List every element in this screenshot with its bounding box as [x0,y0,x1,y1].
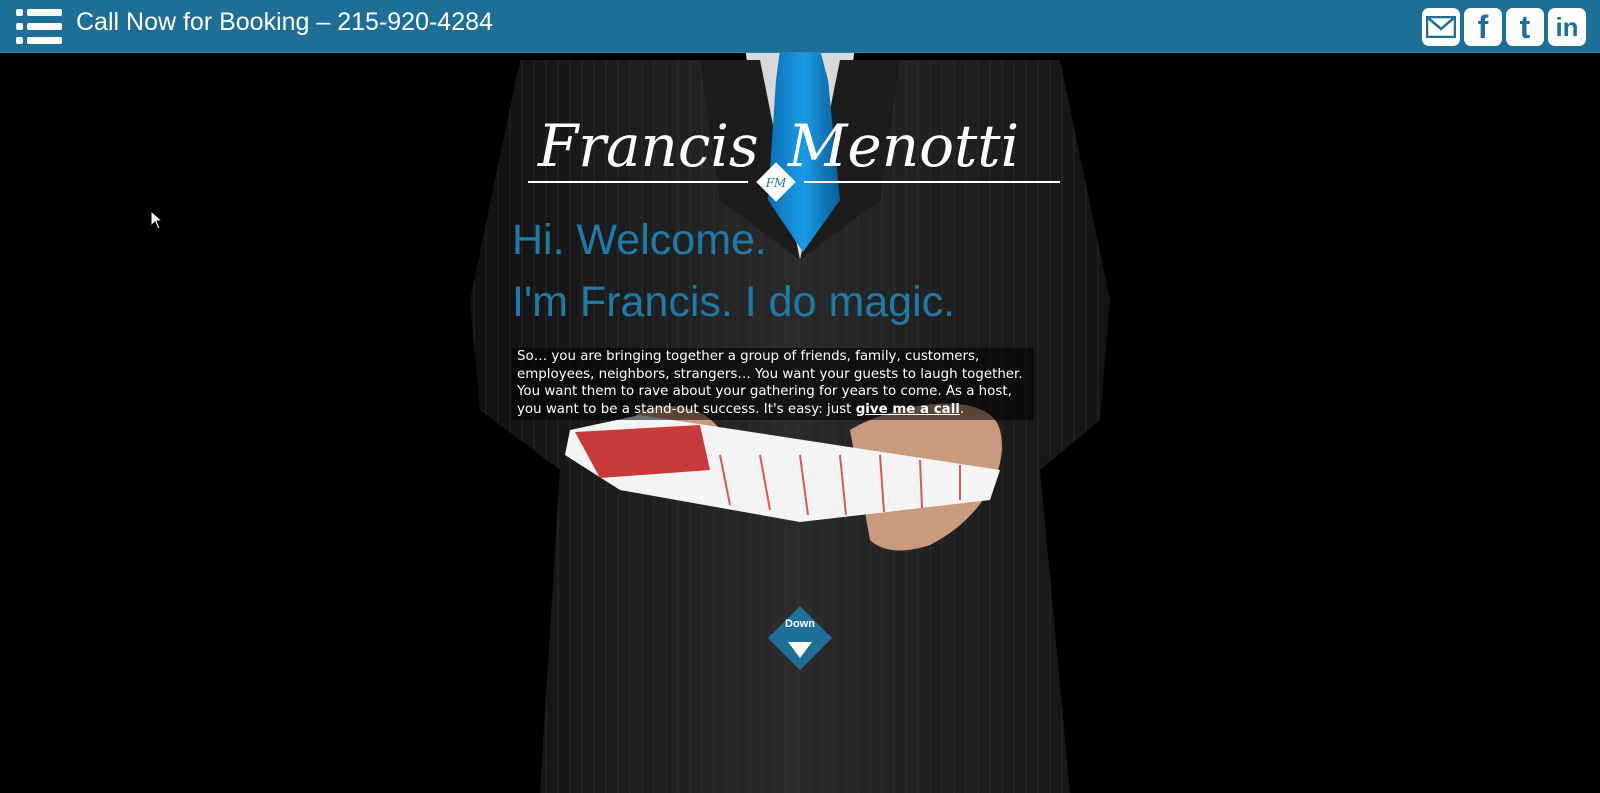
logo-last-name: Menotti [787,112,1019,180]
intro-paragraph: So… you are bringing together a group of… [512,348,1034,421]
down-diamond-shape [768,606,832,670]
facebook-icon[interactable]: f [1464,8,1502,46]
twitter-icon[interactable]: t [1506,8,1544,46]
intro-text-end: . [959,401,965,417]
menu-icon[interactable] [16,9,62,45]
linkedin-icon[interactable]: in [1548,8,1586,46]
give-me-a-call-link[interactable]: give me a call [856,402,960,417]
welcome-heading: Hi. Welcome. [512,216,767,264]
logo-first-name: Francis [537,112,759,180]
down-label: Down [785,618,815,630]
logo-monogram: FM [765,176,787,190]
francis-menotti-logo: Francis Menotti FM [528,112,1060,202]
mouse-cursor-icon [150,210,164,230]
intro-heading: I'm Francis. I do magic. [512,278,956,326]
mail-icon[interactable] [1422,8,1460,46]
linkedin-glyph: in [1555,11,1579,42]
mail-glyph [1426,16,1456,38]
facebook-glyph: f [1477,8,1489,45]
scroll-down-button[interactable]: Down [768,606,832,670]
twitter-glyph: t [1519,8,1531,45]
booking-phone-text: Call Now for Booking – 215-920-4284 [76,8,493,36]
social-links: f t in [1422,8,1586,46]
top-bar: Call Now for Booking – 215-920-4284 f t … [0,0,1600,53]
